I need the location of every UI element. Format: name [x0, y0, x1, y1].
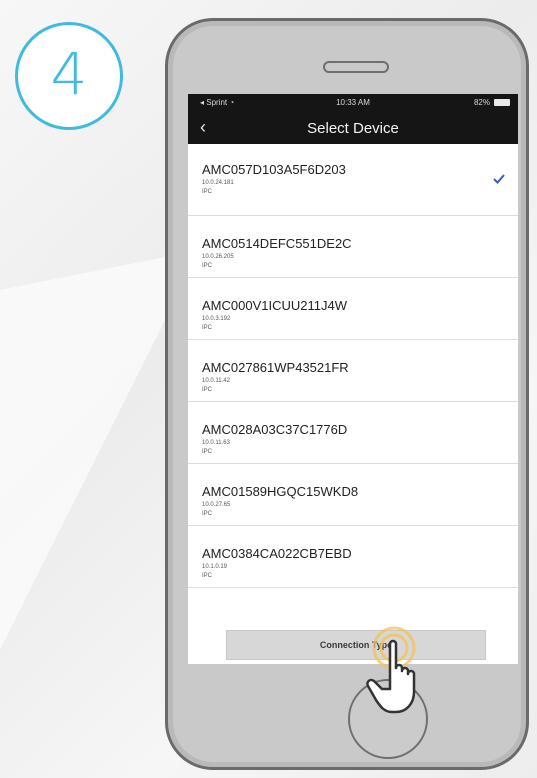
step-number: 4: [50, 40, 88, 108]
device-name: AMC027861WP43521FR: [202, 360, 349, 375]
step-number-badge: 4: [15, 22, 123, 130]
device-ip: 10.0.24.181: [202, 180, 234, 186]
device-name: AMC0514DEFC551DE2C: [202, 236, 352, 251]
device-type: IPC: [202, 511, 213, 517]
status-bar: ◂ Sprint ◔ 10:33 AM 82%: [188, 94, 518, 112]
device-ip: 10.0.26.205: [202, 254, 234, 260]
device-list-item[interactable]: AMC000V1ICUU211J4W 10.0.3.192 IPC: [188, 278, 518, 340]
device-ip: 10.0.27.65: [202, 502, 231, 508]
device-name: AMC028A03C37C1776D: [202, 422, 348, 437]
device-list-item[interactable]: AMC0384CA022CB7EBD 10.1.0.19 IPC: [188, 526, 518, 588]
status-time: 10:33 AM: [336, 98, 370, 107]
device-name: AMC0384CA022CB7EBD: [202, 546, 352, 561]
device-list-item[interactable]: AMC057D103A5F6D203 10.0.24.181 IPC: [188, 144, 518, 216]
device-ip: 10.0.3.192: [202, 316, 231, 322]
device-ip: 10.1.0.19: [202, 564, 228, 570]
device-name: AMC000V1ICUU211J4W: [202, 298, 347, 313]
device-type: IPC: [202, 263, 213, 269]
phone-screen: ◂ Sprint ◔ 10:33 AM 82% ‹ Select Device …: [188, 94, 518, 664]
device-type: IPC: [202, 449, 213, 455]
device-name: AMC057D103A5F6D203: [202, 162, 346, 177]
page-title: Select Device: [307, 120, 399, 137]
device-type: IPC: [202, 573, 213, 579]
device-type: IPC: [202, 325, 213, 331]
device-list-item[interactable]: AMC028A03C37C1776D 10.0.11.63 IPC: [188, 402, 518, 464]
checkmark-icon: [493, 174, 505, 184]
device-list-item[interactable]: AMC027861WP43521FR 10.0.11.42 IPC: [188, 340, 518, 402]
connection-type-button[interactable]: Connection Type: [226, 630, 486, 660]
device-list-item[interactable]: AMC0514DEFC551DE2C 10.0.26.205 IPC: [188, 216, 518, 278]
device-type: IPC: [202, 387, 213, 393]
device-ip: 10.0.11.42: [202, 378, 230, 384]
battery-icon: [494, 99, 510, 106]
device-list-item[interactable]: AMC01589HGQC15WKD8 10.0.27.65 IPC: [188, 464, 518, 526]
phone-speaker: [323, 61, 389, 73]
tap-hand-icon: [366, 626, 416, 714]
device-type: IPC: [202, 189, 213, 195]
device-list: AMC057D103A5F6D203 10.0.24.181 IPC AMC05…: [188, 144, 518, 588]
device-name: AMC01589HGQC15WKD8: [202, 484, 359, 499]
nav-bar: ‹ Select Device: [188, 112, 518, 144]
device-ip: 10.0.11.63: [202, 440, 230, 446]
status-battery: 82%: [474, 98, 510, 107]
battery-percent: 82%: [473, 98, 490, 107]
